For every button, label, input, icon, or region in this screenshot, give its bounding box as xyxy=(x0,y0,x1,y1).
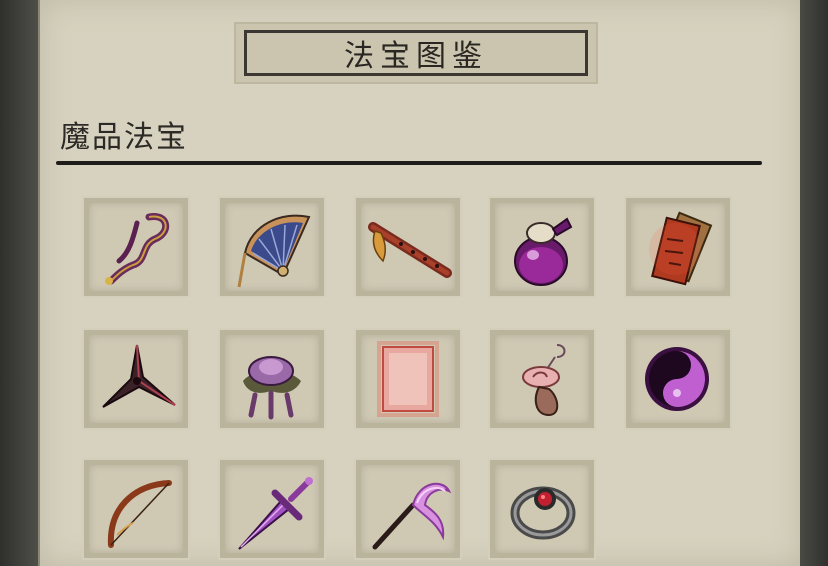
item-slot-sword[interactable] xyxy=(220,460,324,558)
talisman-icon xyxy=(649,211,713,286)
lotus-icon xyxy=(243,356,301,420)
yin-yang-icon xyxy=(645,347,709,411)
item-slot-bow[interactable] xyxy=(84,460,188,558)
fan-icon xyxy=(237,214,311,288)
shuriken-icon xyxy=(102,344,176,408)
title-plate: 法宝图鉴 xyxy=(234,22,598,84)
item-slot-shuriken[interactable] xyxy=(84,330,188,428)
whisk-icon xyxy=(372,482,452,550)
page-title: 法宝图鉴 xyxy=(244,30,588,76)
item-slot-flute[interactable] xyxy=(356,198,460,296)
item-slot-fan[interactable] xyxy=(220,198,324,296)
bow-icon xyxy=(107,480,172,548)
flute-icon xyxy=(368,222,452,278)
sword-icon xyxy=(238,477,313,550)
ring-icon xyxy=(510,486,576,540)
item-slot-lotus[interactable] xyxy=(220,330,324,428)
pendant-icon xyxy=(522,344,566,417)
item-slot-whisk[interactable] xyxy=(356,460,460,558)
item-slot-yinyang[interactable] xyxy=(626,330,730,428)
gourd-potion-icon xyxy=(514,217,573,286)
section-divider xyxy=(56,161,762,165)
item-slot-potion[interactable] xyxy=(490,198,594,296)
right-frame-edge xyxy=(800,0,828,566)
sash-icon xyxy=(105,213,169,285)
item-slot-pendant[interactable] xyxy=(490,330,594,428)
item-slot-talisman[interactable] xyxy=(626,198,730,296)
blank-scroll-icon xyxy=(377,341,439,417)
item-slot-scroll[interactable] xyxy=(356,330,460,428)
item-slot-ring[interactable] xyxy=(490,460,594,558)
section-label: 魔品法宝 xyxy=(60,120,188,155)
item-slot-sash[interactable] xyxy=(84,198,188,296)
left-frame-edge xyxy=(0,0,38,566)
